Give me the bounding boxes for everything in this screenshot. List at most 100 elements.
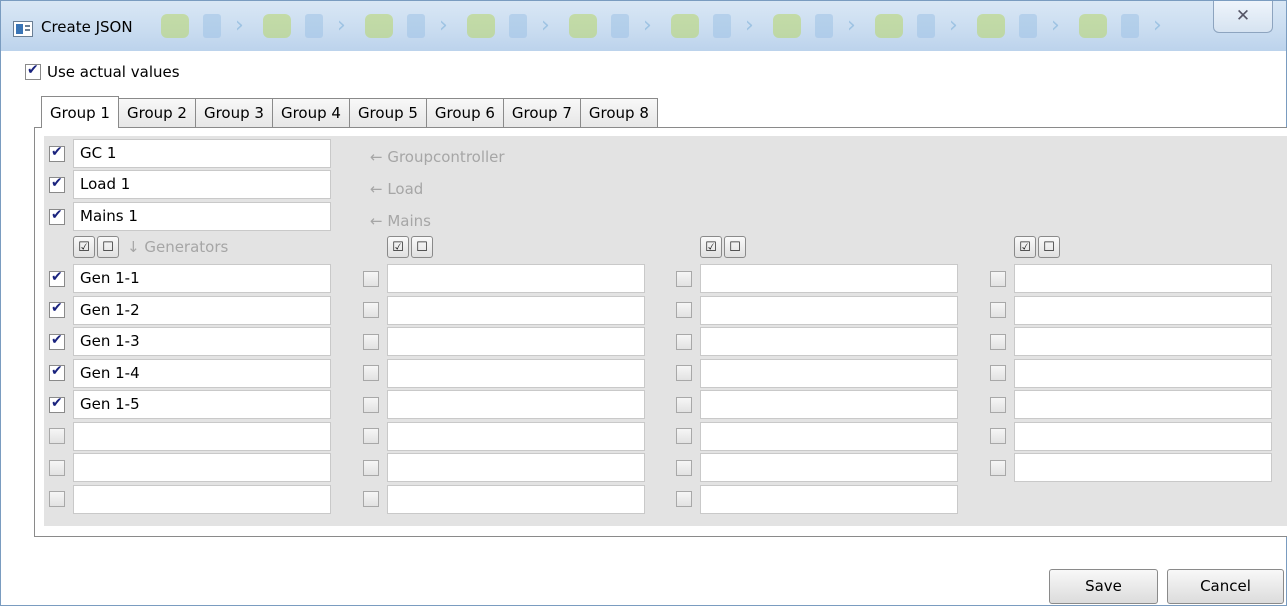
generator-name-field[interactable]: Gen 1-3 <box>73 327 331 356</box>
generator-checkbox[interactable] <box>363 459 379 476</box>
generator-name-field[interactable] <box>73 421 331 451</box>
generator-checkbox[interactable] <box>676 396 692 413</box>
generator-checkbox[interactable] <box>49 491 65 507</box>
generator-checkbox[interactable] <box>363 365 379 381</box>
generator-name-field[interactable] <box>700 421 958 451</box>
tab-group-5[interactable]: Group 5 <box>348 98 427 128</box>
generator-name-field[interactable] <box>1014 295 1272 325</box>
generator-checkbox[interactable] <box>49 300 65 318</box>
generator-checkbox[interactable] <box>363 396 379 413</box>
col1-check-all-button[interactable]: ☑ <box>73 236 95 258</box>
generator-name-field[interactable] <box>387 421 645 451</box>
col3-uncheck-all-button[interactable]: ☐ <box>724 236 746 258</box>
generator-checkbox[interactable] <box>990 270 1006 287</box>
generator-checkbox[interactable] <box>990 365 1006 381</box>
generator-row <box>676 484 958 514</box>
col4-uncheck-all-button[interactable]: ☐ <box>1038 236 1060 258</box>
generator-checkbox[interactable] <box>363 491 379 507</box>
col4-check-all-button[interactable]: ☑ <box>1014 236 1036 258</box>
generator-checkbox[interactable] <box>990 333 1006 350</box>
generator-name-field[interactable]: Gen 1-2 <box>73 295 331 325</box>
cancel-button[interactable]: Cancel <box>1167 569 1284 604</box>
col3-check-all-button[interactable]: ☑ <box>700 236 722 258</box>
generator-name-field[interactable] <box>387 358 645 388</box>
groupcontroller-field[interactable]: GC 1 <box>73 139 331 168</box>
generator-checkbox[interactable] <box>49 332 65 350</box>
generator-name-field[interactable] <box>387 264 645 293</box>
tab-group-1[interactable]: Group 1 <box>41 96 119 128</box>
title-bar-pattern: › › › › › › › › › › <box>161 11 1221 41</box>
generator-name-field[interactable] <box>387 295 645 325</box>
tab-group-2[interactable]: Group 2 <box>117 98 196 128</box>
generator-checkbox[interactable] <box>363 270 379 287</box>
generator-name-field[interactable] <box>73 453 331 482</box>
mains-checkbox[interactable] <box>49 207 65 225</box>
generator-row <box>363 421 645 451</box>
tab-group-3[interactable]: Group 3 <box>194 98 273 128</box>
generator-name-field[interactable] <box>1014 264 1272 293</box>
generator-checkbox[interactable] <box>49 395 65 413</box>
generator-name-field[interactable] <box>700 358 958 388</box>
generator-checkbox[interactable] <box>49 363 65 381</box>
generator-name-field[interactable] <box>1014 390 1272 419</box>
tab-group-6[interactable]: Group 6 <box>425 98 504 128</box>
generator-name-field[interactable] <box>700 295 958 325</box>
generator-checkbox[interactable] <box>49 269 65 287</box>
generator-name-field[interactable] <box>700 484 958 514</box>
use-actual-values-option[interactable]: Use actual values <box>25 62 180 81</box>
generator-checkbox[interactable] <box>990 302 1006 318</box>
generator-checkbox[interactable] <box>990 459 1006 476</box>
generator-name-field[interactable] <box>1014 421 1272 451</box>
load-field[interactable]: Load 1 <box>73 170 331 199</box>
generator-checkbox[interactable] <box>49 428 65 444</box>
generator-checkbox[interactable] <box>676 302 692 318</box>
generator-row <box>990 264 1272 293</box>
generator-checkbox[interactable] <box>363 333 379 350</box>
generator-name-field[interactable] <box>387 484 645 514</box>
tab-group-7[interactable]: Group 7 <box>502 98 581 128</box>
generator-checkbox[interactable] <box>363 302 379 318</box>
generator-name-field[interactable] <box>700 390 958 419</box>
generator-checkbox[interactable] <box>676 333 692 350</box>
mains-field[interactable]: Mains 1 <box>73 202 331 231</box>
col1-uncheck-all-button[interactable]: ☐ <box>97 236 119 258</box>
generator-name-field[interactable] <box>73 484 331 514</box>
groupcontroller-checkbox[interactable] <box>49 144 65 162</box>
close-icon: ✕ <box>1235 6 1251 26</box>
col2-check-all-button[interactable]: ☑ <box>387 236 409 258</box>
title-bar[interactable]: › › › › › › › › › › Create JSON ✕ <box>1 1 1286 51</box>
generator-checkbox[interactable] <box>676 491 692 507</box>
generator-checkbox[interactable] <box>676 459 692 476</box>
generator-name-field[interactable]: Gen 1-1 <box>73 264 331 293</box>
generator-name-field[interactable] <box>387 390 645 419</box>
col2-uncheck-all-button[interactable]: ☐ <box>411 236 433 258</box>
use-actual-values-checkbox[interactable] <box>25 62 41 80</box>
generator-checkbox[interactable] <box>676 270 692 287</box>
close-button[interactable]: ✕ <box>1213 1 1273 33</box>
generator-name-field[interactable] <box>387 327 645 356</box>
generator-name-field[interactable] <box>1014 453 1272 482</box>
generator-name-field[interactable]: Gen 1-4 <box>73 358 331 388</box>
load-checkbox[interactable] <box>49 175 65 193</box>
generator-name-field[interactable] <box>700 453 958 482</box>
generator-checkbox[interactable] <box>676 428 692 444</box>
generator-checkbox[interactable] <box>363 428 379 444</box>
generator-name-field[interactable] <box>700 264 958 293</box>
check-all-icon: ☑ <box>705 239 717 255</box>
generator-checkbox[interactable] <box>990 428 1006 444</box>
generator-checkbox[interactable] <box>49 459 65 476</box>
generator-row <box>676 295 958 325</box>
check-all-icon: ☑ <box>1019 239 1031 255</box>
generator-name-field[interactable]: Gen 1-5 <box>73 390 331 419</box>
tab-group-4[interactable]: Group 4 <box>271 98 350 128</box>
generator-name-field[interactable] <box>1014 358 1272 388</box>
col3-header: ☑ ☐ <box>700 236 746 258</box>
generator-name-field[interactable] <box>700 327 958 356</box>
generator-checkbox[interactable] <box>676 365 692 381</box>
check-all-icon: ☑ <box>392 239 404 255</box>
generator-checkbox[interactable] <box>990 396 1006 413</box>
tab-group-8[interactable]: Group 8 <box>579 98 658 128</box>
generator-name-field[interactable] <box>387 453 645 482</box>
generator-name-field[interactable] <box>1014 327 1272 356</box>
save-button[interactable]: Save <box>1049 569 1158 604</box>
